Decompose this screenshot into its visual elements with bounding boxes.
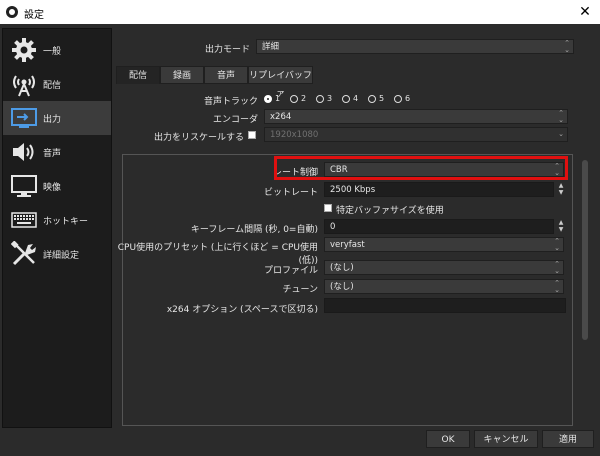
sidebar-item-label: 映像	[43, 183, 62, 193]
apply-button[interactable]: 適用	[542, 430, 594, 448]
sidebar-item-general[interactable]: 一般	[3, 33, 111, 67]
antenna-icon	[13, 75, 35, 97]
cpu-preset-value: veryfast	[330, 240, 365, 250]
cpu-preset-select[interactable]: veryfast ⌃ ⌄	[324, 237, 564, 252]
close-icon[interactable]: ✕	[574, 2, 596, 22]
output-mode-select[interactable]: 詳細 ⌃ ⌄	[256, 39, 574, 54]
bitrate-value: 2500 Kbps	[330, 185, 376, 195]
keyframe-value: 0	[330, 222, 336, 232]
sidebar-item-label: ホットキー	[43, 217, 89, 227]
scrollbar[interactable]	[582, 160, 588, 340]
updown-icon: ⌃ ⌄	[554, 237, 560, 252]
audio-track-radio-4[interactable]	[342, 95, 350, 103]
radio-label: 1	[275, 94, 281, 103]
sidebar-item-advanced[interactable]: 詳細設定	[3, 237, 111, 271]
bitrate-label: ビットレート	[263, 188, 318, 198]
rescale-label: 出力をリスケールする	[153, 133, 244, 143]
rescale-select[interactable]: 1920x1080 ⌄	[264, 127, 568, 142]
speaker-icon	[13, 143, 34, 161]
title-bar: 設定 ✕	[0, 0, 600, 24]
updown-icon: ⌃ ⌄	[554, 279, 560, 294]
sidebar-item-output[interactable]: 出力	[3, 101, 111, 135]
updown-icon: ⌃ ⌄	[554, 260, 560, 275]
obs-logo-icon	[6, 6, 18, 18]
profile-select[interactable]: (なし) ⌃ ⌄	[324, 260, 564, 275]
output-mode-value: 詳細	[262, 42, 280, 52]
x264-options-input[interactable]	[324, 298, 566, 313]
audio-track-label: 音声トラック	[203, 97, 258, 107]
tune-select[interactable]: (なし) ⌃ ⌄	[324, 279, 564, 294]
tab-audio[interactable]: 音声	[204, 66, 248, 84]
sidebar-item-label: 音声	[43, 149, 62, 159]
audio-track-radio-5[interactable]	[368, 95, 376, 103]
output-icon	[11, 108, 37, 128]
main-panel: 出力モード 詳細 ⌃ ⌄ 配信 録画 音声 リプレイバッファ 音声トラック 1 2…	[116, 28, 596, 426]
tune-label: チューン	[282, 285, 318, 295]
keyboard-icon	[11, 212, 37, 228]
sidebar-item-label: 配信	[43, 81, 62, 91]
sidebar-item-hotkeys[interactable]: ホットキー	[3, 203, 111, 237]
tools-icon	[11, 241, 36, 266]
profile-value: (なし)	[330, 263, 354, 273]
radio-label: 5	[379, 94, 385, 103]
ok-button[interactable]: OK	[426, 430, 470, 448]
radio-label: 3	[327, 94, 333, 103]
rescale-checkbox[interactable]	[248, 131, 256, 139]
encoder-select[interactable]: x264 ⌃ ⌄	[264, 109, 568, 124]
keyframe-input[interactable]: 0	[324, 219, 554, 234]
updown-icon: ⌃ ⌄	[564, 39, 570, 54]
audio-track-radio-1[interactable]	[264, 95, 272, 103]
custom-buffer-checkbox[interactable]	[324, 204, 332, 212]
encoder-label: エンコーダ	[212, 115, 258, 125]
rate-control-highlight	[274, 156, 568, 180]
gear-icon	[12, 38, 36, 62]
radio-label: 4	[353, 94, 359, 103]
tab-replay-buffer[interactable]: リプレイバッファ	[248, 66, 313, 99]
keyframe-spin-icon[interactable]: ▲ ▼	[556, 219, 566, 234]
monitor-icon	[11, 175, 37, 197]
encoder-value: x264	[270, 112, 292, 122]
window-title: 設定	[24, 10, 44, 21]
profile-label: プロファイル	[263, 266, 318, 276]
custom-buffer-label: 特定バッファサイズを使用	[336, 206, 444, 216]
audio-track-radio-2[interactable]	[290, 95, 298, 103]
x264-options-label: x264 オプション (スペースで区切る)	[166, 305, 318, 315]
radio-label: 2	[301, 94, 307, 103]
sidebar-item-stream[interactable]: 配信	[3, 67, 111, 101]
output-mode-label: 出力モード	[204, 45, 250, 55]
bitrate-spin-icon[interactable]: ▲ ▼	[556, 182, 566, 197]
tab-stream[interactable]: 配信	[116, 66, 160, 84]
radio-label: 6	[405, 94, 411, 103]
bitrate-input[interactable]: 2500 Kbps	[324, 182, 554, 197]
sidebar: 一般 配信 出力 音声 映像 ホットキー 詳細設定	[2, 28, 112, 428]
audio-track-radio-6[interactable]	[394, 95, 402, 103]
sidebar-item-video[interactable]: 映像	[3, 169, 111, 203]
sidebar-item-label: 出力	[43, 115, 62, 125]
cancel-button[interactable]: キャンセル	[474, 430, 538, 448]
rescale-value: 1920x1080	[270, 130, 319, 140]
tune-value: (なし)	[330, 282, 354, 292]
sidebar-item-label: 一般	[43, 47, 62, 57]
keyframe-label: キーフレーム間隔 (秒, 0=自動)	[190, 225, 318, 235]
sidebar-item-label: 詳細設定	[43, 251, 80, 261]
updown-icon: ⌃ ⌄	[558, 109, 564, 124]
audio-track-radio-3[interactable]	[316, 95, 324, 103]
tab-recording[interactable]: 録画	[160, 66, 204, 84]
chevron-down-icon: ⌄	[558, 130, 564, 138]
sidebar-item-audio[interactable]: 音声	[3, 135, 111, 169]
